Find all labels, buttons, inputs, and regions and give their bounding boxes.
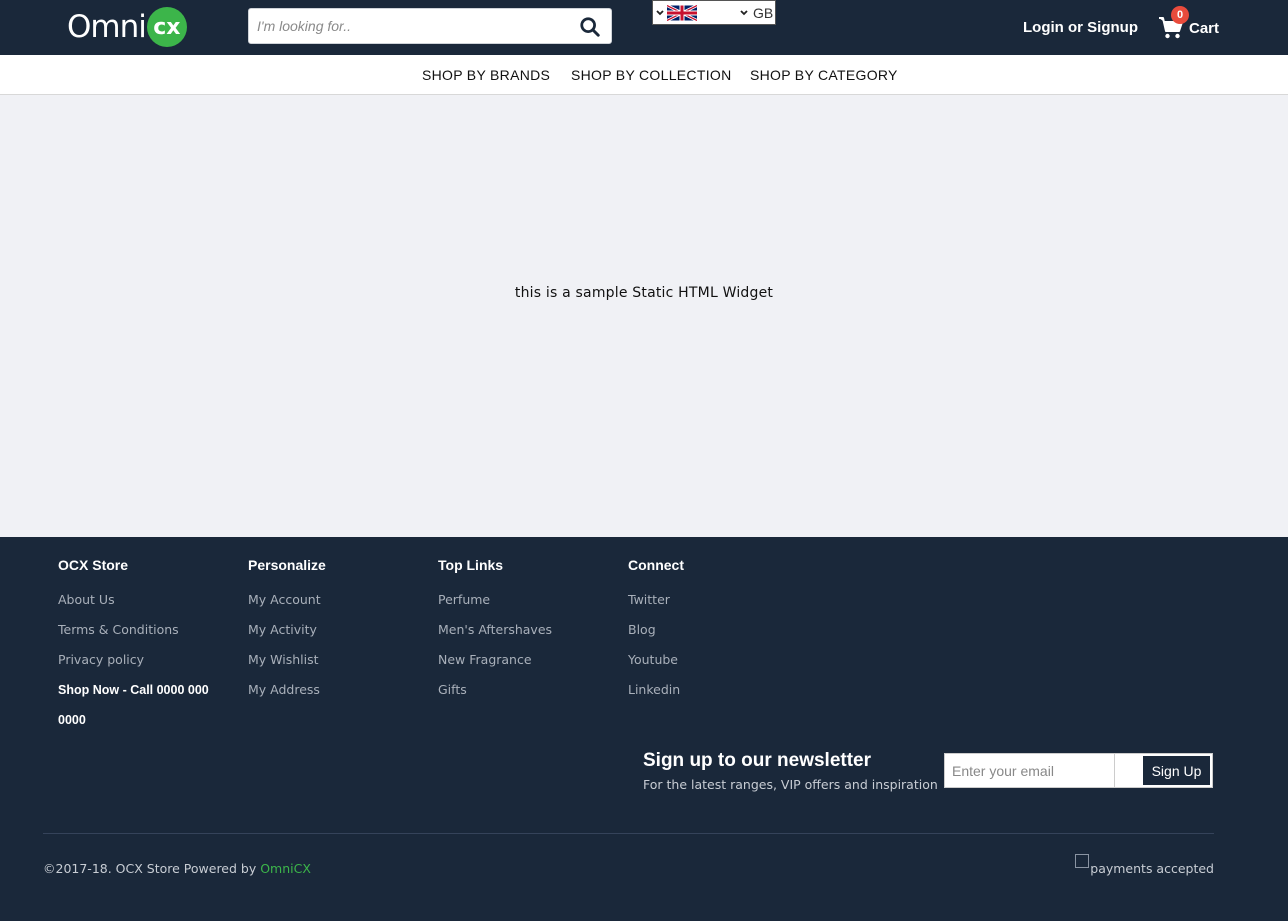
footer-link-youtube[interactable]: Youtube bbox=[628, 650, 808, 670]
footer: OCX Store About Us Terms & Conditions Pr… bbox=[0, 537, 1288, 921]
footer-phone-text: Shop Now - Call 0000 000 0000 bbox=[58, 683, 209, 727]
newsletter-subtitle: For the latest ranges, VIP offers and in… bbox=[643, 777, 938, 792]
footer-column-personalize: Personalize My Account My Activity My Wi… bbox=[248, 557, 428, 700]
nav-shop-by-brands[interactable]: SHOP BY BRANDS bbox=[422, 67, 550, 83]
cart-count-badge: 0 bbox=[1171, 6, 1189, 24]
main-content: this is a sample Static HTML Widget bbox=[0, 95, 1288, 537]
newsletter-title: Sign up to our newsletter bbox=[643, 750, 872, 771]
footer-column-ocx-store: OCX Store About Us Terms & Conditions Pr… bbox=[58, 557, 238, 735]
footer-link-my-address[interactable]: My Address bbox=[248, 680, 428, 700]
footer-heading: Connect bbox=[628, 557, 684, 573]
country-selector[interactable]: GB bbox=[652, 0, 776, 25]
copyright-text: ©2017-18. OCX Store Powered by OmniCX bbox=[43, 861, 311, 876]
footer-link-my-wishlist[interactable]: My Wishlist bbox=[248, 650, 428, 670]
nav-shop-by-category[interactable]: SHOP BY CATEGORY bbox=[750, 67, 898, 83]
copyright-prefix: ©2017-18. OCX Store Powered by bbox=[43, 861, 261, 876]
omnicx-logo[interactable]: Omni cx bbox=[67, 7, 187, 47]
chevron-down-icon[interactable] bbox=[737, 6, 751, 20]
payments-accepted-image: payments accepted bbox=[1075, 854, 1214, 876]
search-box bbox=[248, 8, 612, 44]
search-icon[interactable] bbox=[579, 16, 601, 38]
footer-link-my-account[interactable]: My Account bbox=[248, 590, 428, 610]
uk-flag-icon bbox=[667, 4, 697, 21]
footer-link-blog[interactable]: Blog bbox=[628, 620, 808, 640]
broken-image-icon bbox=[1075, 854, 1090, 868]
footer-heading: Personalize bbox=[248, 557, 326, 573]
footer-column-top-links: Top Links Perfume Men's Aftershaves New … bbox=[438, 557, 618, 700]
logo-text: Omni bbox=[67, 9, 147, 45]
search-input[interactable] bbox=[249, 9, 569, 43]
footer-link-my-activity[interactable]: My Activity bbox=[248, 620, 428, 640]
cart-button[interactable]: 0 Cart bbox=[1158, 6, 1220, 44]
top-header: Omni cx GB Login or Signup bbox=[0, 0, 1288, 55]
footer-link-mens-aftershaves[interactable]: Men's Aftershaves bbox=[438, 620, 618, 640]
footer-link-gifts[interactable]: Gifts bbox=[438, 680, 618, 700]
footer-link-privacy[interactable]: Privacy policy bbox=[58, 650, 238, 670]
footer-link-new-fragrance[interactable]: New Fragrance bbox=[438, 650, 618, 670]
footer-heading: Top Links bbox=[438, 557, 504, 573]
newsletter-form: Sign Up bbox=[944, 753, 1213, 788]
newsletter-email-input[interactable] bbox=[945, 754, 1115, 787]
footer-heading: OCX Store bbox=[58, 557, 129, 573]
footer-link-twitter[interactable]: Twitter bbox=[628, 590, 808, 610]
country-code: GB bbox=[753, 4, 774, 21]
newsletter-signup-button[interactable]: Sign Up bbox=[1143, 756, 1210, 785]
chevron-down-icon[interactable] bbox=[653, 6, 667, 20]
footer-divider bbox=[43, 833, 1214, 834]
footer-link-perfume[interactable]: Perfume bbox=[438, 590, 618, 610]
cart-label: Cart bbox=[1189, 20, 1220, 37]
logo-badge: cx bbox=[146, 7, 187, 47]
footer-link-terms[interactable]: Terms & Conditions bbox=[58, 620, 238, 640]
login-signup-link[interactable]: Login or Signup bbox=[1023, 19, 1138, 36]
footer-link-linkedin[interactable]: Linkedin bbox=[628, 680, 808, 700]
footer-link-about-us[interactable]: About Us bbox=[58, 590, 238, 610]
main-navigation: SHOP BY BRANDS SHOP BY COLLECTION SHOP B… bbox=[0, 55, 1288, 95]
nav-shop-by-collection[interactable]: SHOP BY COLLECTION bbox=[571, 67, 732, 83]
footer-column-connect: Connect Twitter Blog Youtube Linkedin bbox=[628, 557, 808, 700]
static-html-widget: this is a sample Static HTML Widget bbox=[514, 285, 774, 301]
payments-alt-text: payments accepted bbox=[1090, 861, 1214, 876]
omnicx-link[interactable]: OmniCX bbox=[260, 861, 311, 876]
